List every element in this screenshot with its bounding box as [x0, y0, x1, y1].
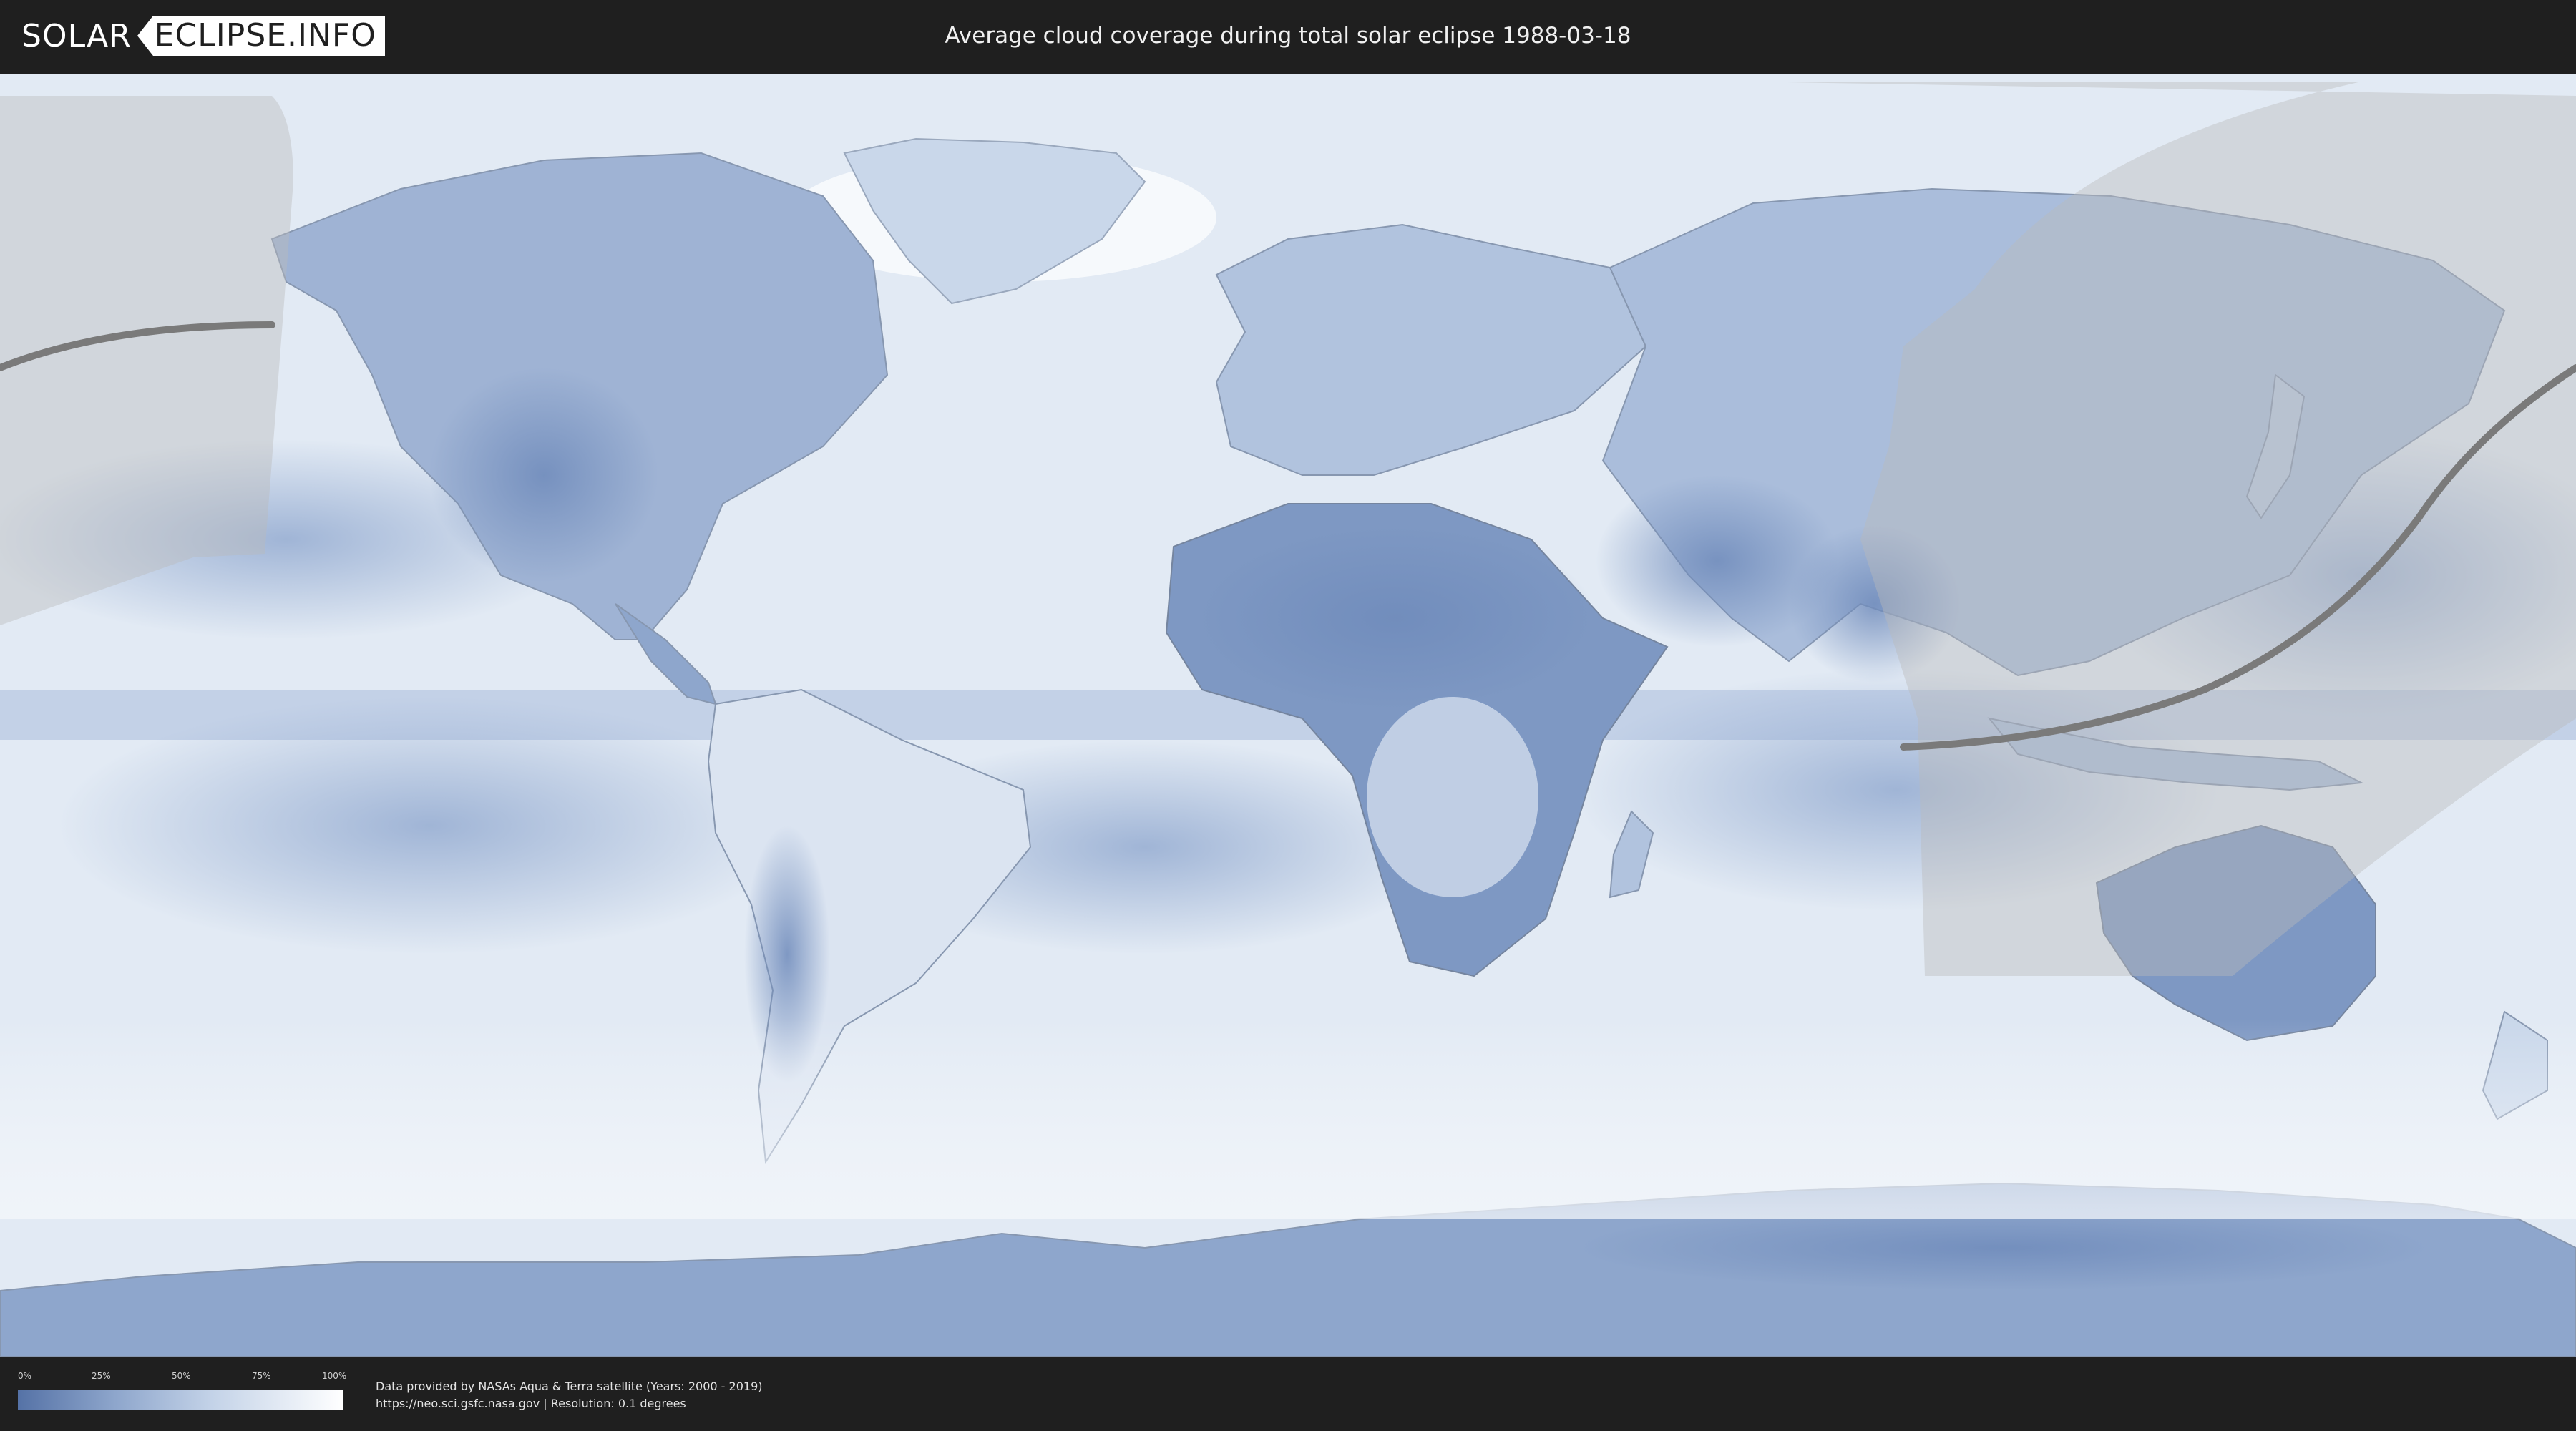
southern-ocean-clouds [0, 1019, 2576, 1219]
cloud-coverage-map [0, 74, 2576, 1357]
legend-tick-100: 100% [322, 1371, 347, 1381]
legend-tick-75: 75% [252, 1371, 271, 1381]
header-bar: SOLAR ECLIPSE.INFO Average cloud coverag… [0, 0, 2576, 72]
eclipse-zone-west [0, 96, 293, 625]
sahara-clear-sky [1195, 525, 1596, 711]
page-title: Average cloud coverage during total sola… [945, 23, 1631, 49]
credits-line-source: Data provided by NASAs Aqua & Terra sate… [376, 1379, 763, 1393]
north-america-cloud-low [429, 368, 658, 582]
legend-tick-50: 50% [172, 1371, 191, 1381]
world-map-svg [0, 74, 2576, 1357]
legend-tick-0: 0% [18, 1371, 32, 1381]
legend-gradient-bar [18, 1390, 343, 1410]
data-credits: Data provided by NASAs Aqua & Terra sate… [376, 1378, 763, 1412]
legend-tick-25: 25% [92, 1371, 111, 1381]
legend-ticks: 0% 25% 50% 75% 100% [18, 1371, 347, 1384]
central-africa-clouds [1367, 697, 1538, 897]
pacific-cloud-low [57, 697, 801, 954]
credits-line-url: https://neo.sci.gsfc.nasa.gov | Resoluti… [376, 1397, 686, 1410]
cloud-coverage-legend: 0% 25% 50% 75% 100% [18, 1371, 347, 1410]
footer-bar: 0% 25% 50% 75% 100% Data provided by NAS… [0, 1357, 2576, 1431]
